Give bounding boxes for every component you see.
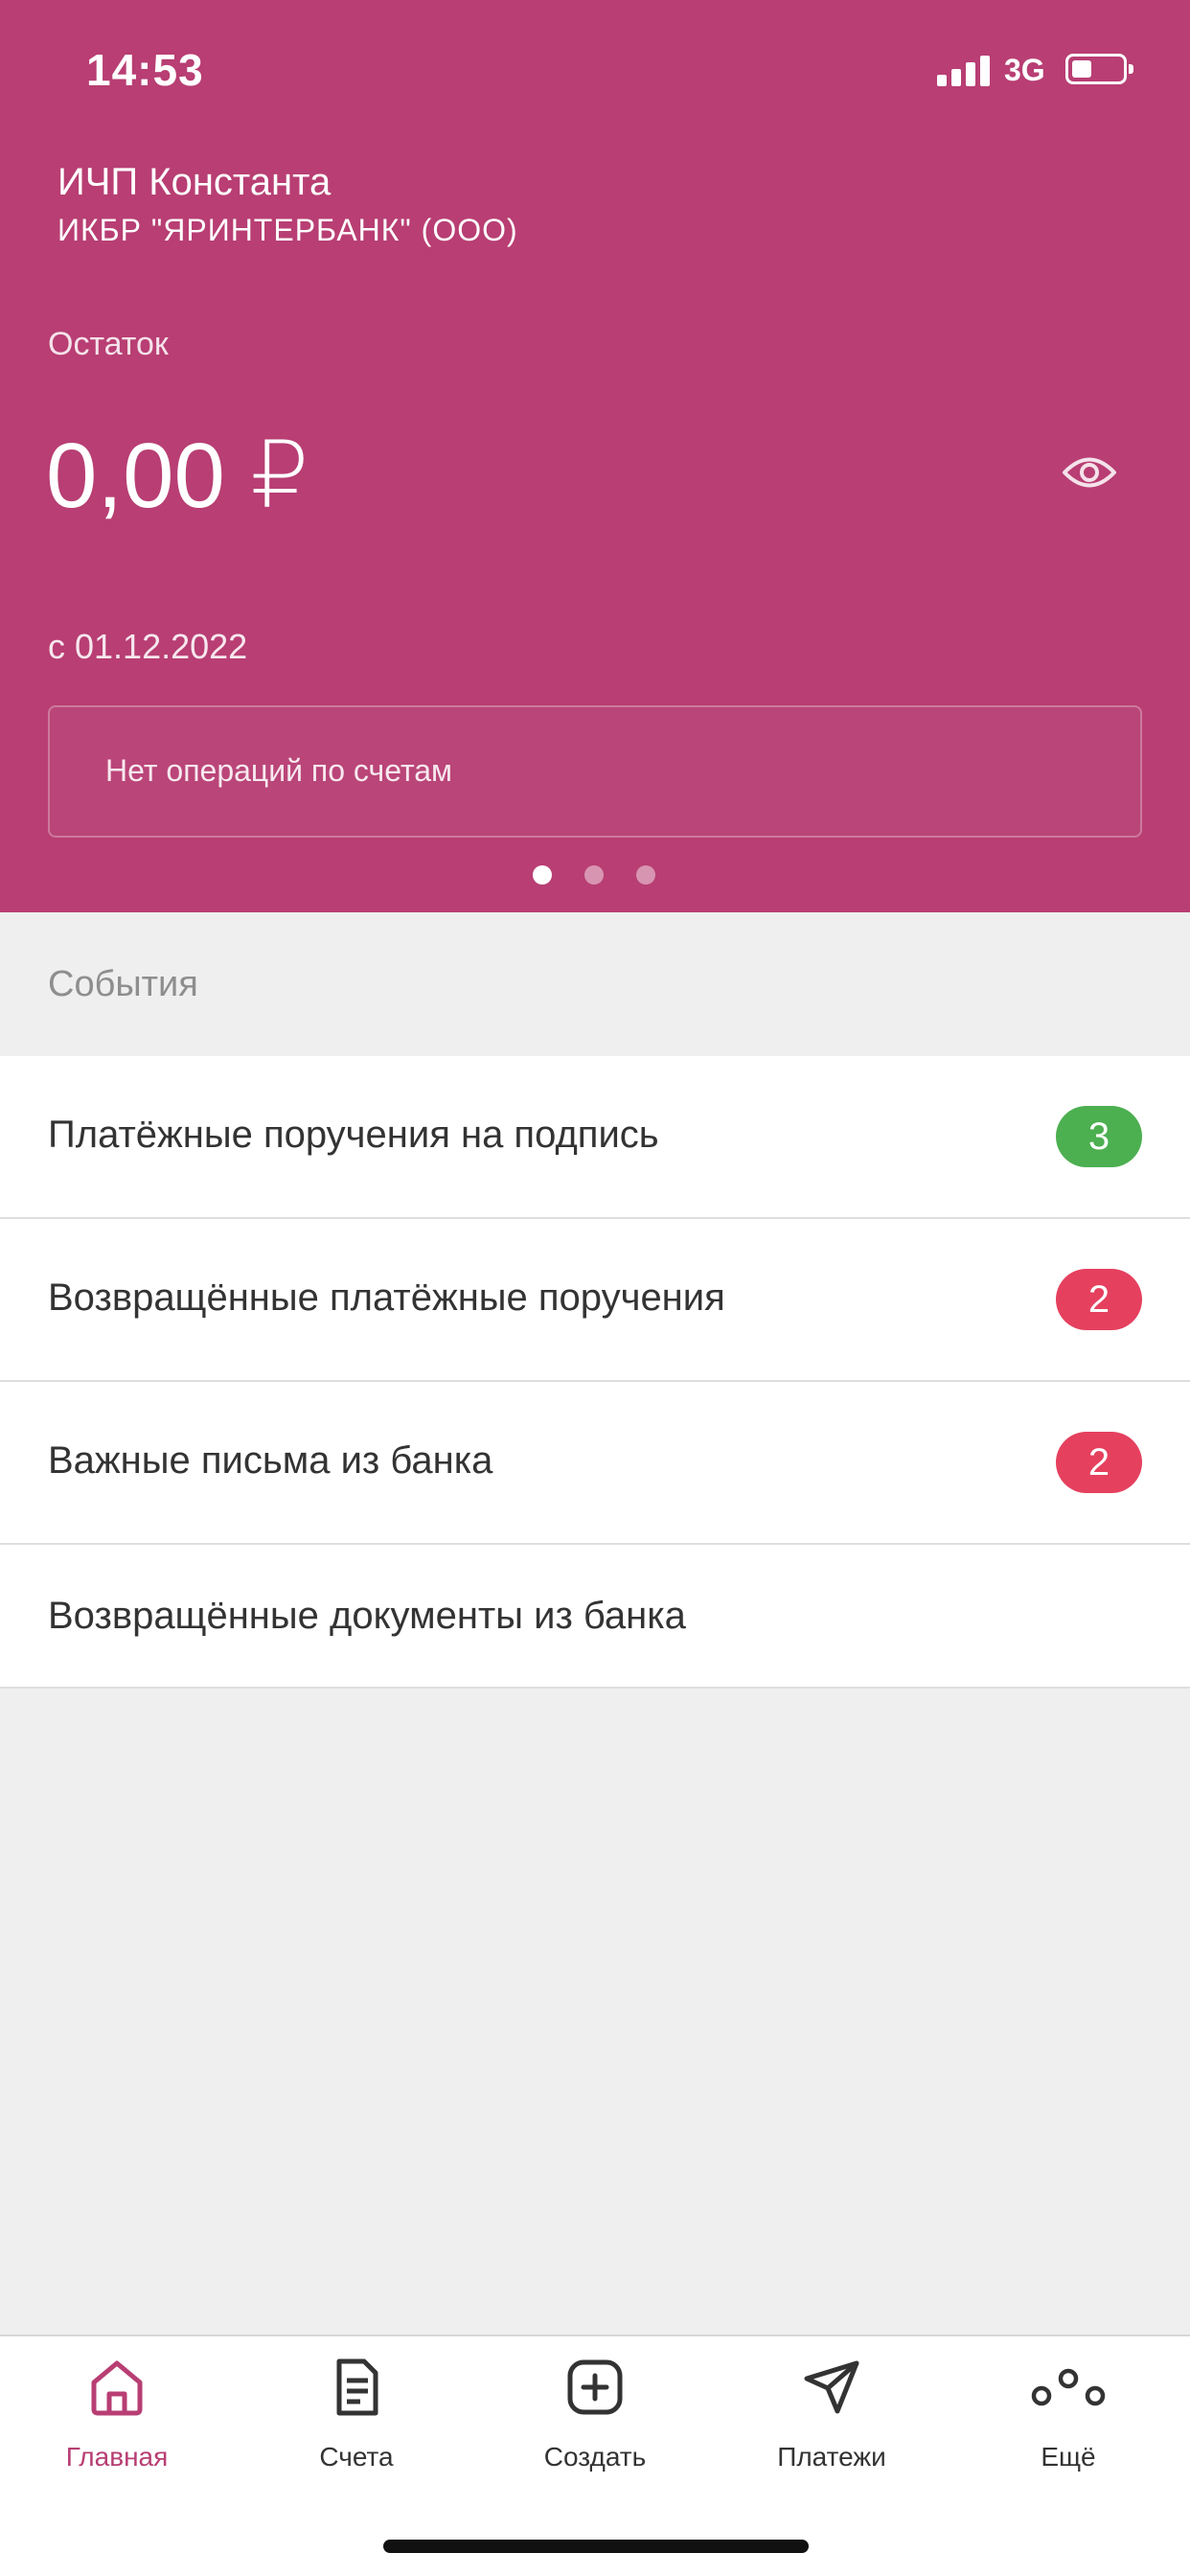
pager-dot-1[interactable] <box>533 865 552 885</box>
home-indicator <box>383 2540 809 2553</box>
operations-empty-text: Нет операций по счетам <box>105 753 453 788</box>
nav-tab-payments[interactable]: Платежи <box>736 2336 927 2480</box>
event-row-returned-payment-orders[interactable]: Возвращённые платёжные поручения 2 <box>0 1219 1190 1382</box>
operations-panel[interactable]: Нет операций по счетам <box>48 705 1142 838</box>
event-label: Возвращённые документы из банка <box>48 1595 686 1637</box>
nav-label: Счета <box>319 2442 394 2472</box>
nav-label: Ещё <box>1041 2442 1096 2472</box>
battery-icon <box>1065 54 1133 84</box>
nav-tab-home[interactable]: Главная <box>21 2336 213 2480</box>
nav-label: Платежи <box>777 2442 886 2472</box>
events-list: Платёжные поручения на подпись 3 Возвращ… <box>0 1056 1190 1689</box>
status-bar: 14:53 3G <box>0 0 1190 144</box>
events-section-title: События <box>48 964 198 1004</box>
event-label: Важные письма из банка <box>48 1439 493 1482</box>
balance-label: Остаток <box>48 326 169 362</box>
nav-label: Создать <box>543 2442 647 2472</box>
nav-tab-more[interactable]: Ещё <box>973 2336 1164 2480</box>
more-dots-icon <box>1030 2358 1107 2417</box>
count-badge: 2 <box>1056 1432 1142 1493</box>
account-card-header: 14:53 3G ИЧП Константа ИКБР "ЯРИНТЕРБАНК… <box>0 0 1190 912</box>
status-time: 14:53 <box>86 45 204 95</box>
plus-square-icon <box>566 2358 624 2417</box>
organization-name: ИЧП Константа <box>57 161 332 203</box>
count-badge: 3 <box>1056 1106 1142 1167</box>
event-row-important-letters[interactable]: Важные письма из банка 2 <box>0 1382 1190 1545</box>
paper-plane-icon <box>803 2358 860 2417</box>
balance-date: с 01.12.2022 <box>48 627 248 666</box>
home-icon <box>88 2358 146 2417</box>
bank-name: ИКБР "ЯРИНТЕРБАНК" (ООО) <box>57 213 518 247</box>
nav-tab-create[interactable]: Создать <box>499 2336 691 2480</box>
pager-dot-3[interactable] <box>636 865 655 885</box>
nav-tab-accounts[interactable]: Счета <box>261 2336 452 2480</box>
nav-label: Главная <box>65 2442 169 2472</box>
signal-strength-icon <box>937 54 995 86</box>
eye-icon[interactable] <box>1062 450 1117 494</box>
document-icon <box>328 2358 385 2417</box>
event-row-payment-orders-to-sign[interactable]: Платёжные поручения на подпись 3 <box>0 1056 1190 1219</box>
network-type: 3G <box>1004 53 1045 87</box>
count-badge: 2 <box>1056 1269 1142 1330</box>
balance-value: 0,00 ₽ <box>46 425 309 527</box>
event-label: Платёжные поручения на подпись <box>48 1114 659 1156</box>
event-label: Возвращённые платёжные поручения <box>48 1276 725 1319</box>
pager-dot-2[interactable] <box>584 865 604 885</box>
event-row-returned-documents[interactable]: Возвращённые документы из банка <box>0 1545 1190 1689</box>
